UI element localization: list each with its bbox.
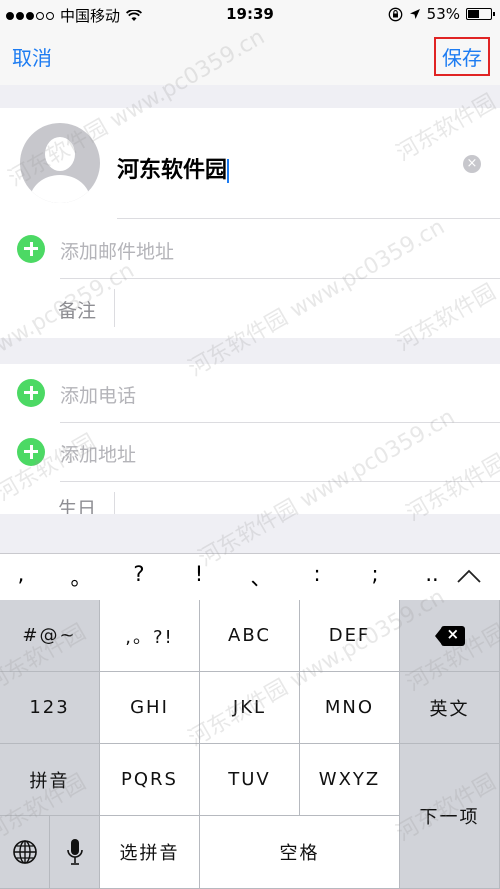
next-field-key[interactable]: 下一项 bbox=[400, 744, 500, 889]
add-phone-label: 添加电话 bbox=[60, 385, 137, 407]
punct-comma-key[interactable]: , bbox=[6, 562, 36, 586]
add-address-label: 添加地址 bbox=[60, 444, 137, 466]
status-bar: 中国移动 19:39 53% bbox=[0, 0, 500, 30]
orientation-lock-icon bbox=[388, 7, 403, 21]
birthday-label: 生日 bbox=[58, 498, 97, 514]
add-icon[interactable] bbox=[17, 235, 45, 263]
backspace-icon: × bbox=[434, 625, 465, 646]
add-email-row[interactable]: 添加邮件地址 bbox=[0, 220, 500, 278]
punct-colon-key[interactable]: : bbox=[302, 562, 332, 586]
jkl-key[interactable]: JKL bbox=[200, 672, 300, 744]
battery-icon bbox=[466, 8, 495, 20]
clear-text-icon[interactable]: × bbox=[463, 155, 481, 173]
punct-ellipsis-key[interactable]: .. bbox=[417, 562, 447, 586]
battery-percent: 53% bbox=[426, 5, 460, 23]
numbers-key[interactable]: 123 bbox=[0, 672, 100, 744]
add-icon[interactable] bbox=[17, 379, 45, 407]
text-cursor bbox=[227, 159, 230, 183]
punctuation-bar: , 。 ? ! 、 : ; .. bbox=[0, 553, 500, 600]
contact-name-section: 河东软件园 添加邮件地址 备注 bbox=[0, 108, 500, 338]
tuv-key[interactable]: TUV bbox=[200, 744, 300, 816]
ghi-key[interactable]: GHI bbox=[100, 672, 200, 744]
contact-name-field[interactable]: 河东软件园 bbox=[117, 152, 230, 184]
punct-exclaim-key[interactable]: ! bbox=[184, 562, 214, 586]
punct-question-key[interactable]: ? bbox=[124, 562, 154, 586]
globe-key[interactable] bbox=[0, 816, 50, 889]
abc-key[interactable]: ABC bbox=[200, 600, 300, 672]
punct-period-key[interactable]: 。 bbox=[66, 562, 96, 592]
select-pinyin-key[interactable]: 选拼音 bbox=[100, 816, 200, 889]
contact-photo-placeholder[interactable] bbox=[20, 123, 100, 203]
punct-enum-comma-key[interactable]: 、 bbox=[246, 562, 276, 592]
keyboard: #@~ ,。?! ABC DEF × 123 GHI JKL MNO 英文 拼音… bbox=[0, 600, 500, 889]
chevron-up-icon[interactable] bbox=[456, 568, 482, 584]
mno-key[interactable]: MNO bbox=[300, 672, 400, 744]
dictation-key[interactable] bbox=[50, 816, 100, 889]
space-key[interactable]: 空格 bbox=[200, 816, 400, 889]
navigation-bar: 取消 保存 bbox=[0, 30, 500, 85]
microphone-icon bbox=[66, 839, 83, 865]
contact-details-section: 添加电话 添加地址 生日 bbox=[0, 364, 500, 514]
add-email-label: 添加邮件地址 bbox=[60, 241, 175, 263]
add-phone-row[interactable]: 添加电话 bbox=[0, 364, 500, 422]
punctuation-key[interactable]: ,。?! bbox=[100, 600, 200, 672]
divider bbox=[117, 218, 500, 219]
english-key[interactable]: 英文 bbox=[400, 672, 500, 744]
globe-icon bbox=[12, 840, 37, 864]
notes-label: 备注 bbox=[58, 300, 97, 322]
pinyin-key[interactable]: 拼音 bbox=[0, 744, 100, 816]
save-button[interactable]: 保存 bbox=[434, 37, 490, 76]
contact-name-value: 河东软件园 bbox=[117, 158, 228, 183]
def-key[interactable]: DEF bbox=[300, 600, 400, 672]
location-arrow-icon bbox=[409, 9, 420, 19]
add-address-row[interactable]: 添加地址 bbox=[0, 423, 500, 481]
symbols-key[interactable]: #@~ bbox=[0, 600, 100, 672]
punct-semicolon-key[interactable]: ; bbox=[360, 562, 390, 586]
cancel-button[interactable]: 取消 bbox=[12, 42, 52, 71]
add-icon[interactable] bbox=[17, 438, 45, 466]
birthday-row[interactable]: 生日 bbox=[0, 482, 500, 514]
delete-key[interactable]: × bbox=[400, 600, 500, 672]
wxyz-key[interactable]: WXYZ bbox=[300, 744, 400, 816]
notes-row[interactable]: 备注 bbox=[0, 279, 500, 337]
pqrs-key[interactable]: PQRS bbox=[100, 744, 200, 816]
